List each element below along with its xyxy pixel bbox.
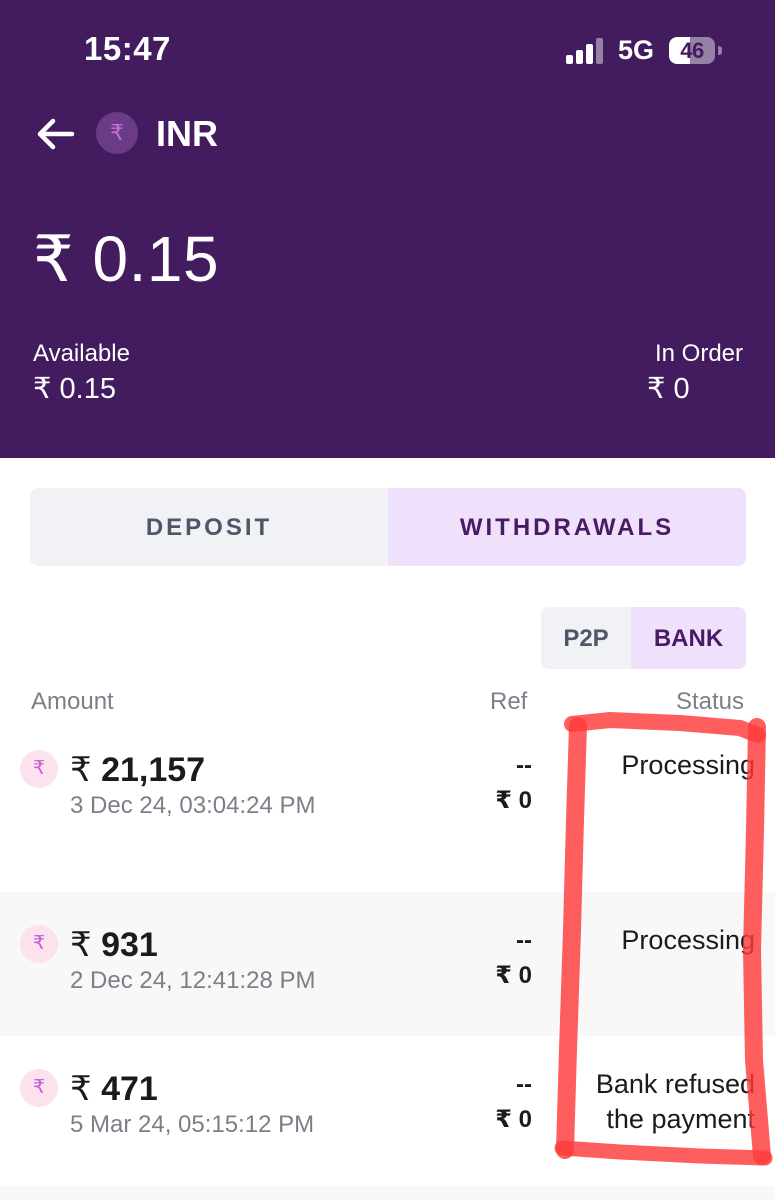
row-amount-symbol: ₹ bbox=[70, 751, 92, 789]
in-order-value: ₹ 0 bbox=[647, 373, 690, 405]
history-tabs: DEPOSIT WITHDRAWALS bbox=[30, 488, 746, 566]
row-amount-symbol: ₹ bbox=[70, 926, 92, 964]
tab-withdrawals[interactable]: WITHDRAWALS bbox=[388, 488, 746, 566]
row-ref-amount: ₹ 0 bbox=[495, 787, 532, 814]
row-status: Processing bbox=[621, 750, 755, 780]
battery-tip bbox=[718, 46, 722, 55]
rupee-coin-icon: ₹ bbox=[96, 112, 138, 154]
row-ref-amount: ₹ 0 bbox=[495, 962, 532, 989]
column-header-amount: Amount bbox=[31, 688, 114, 715]
row-ref: -- bbox=[516, 927, 532, 954]
row-amount: ₹ 471 bbox=[70, 1069, 158, 1109]
table-row[interactable]: ₹ ₹ 471 5 Mar 24, 05:15:12 PM -- ₹ 0 Ban… bbox=[0, 1036, 775, 1186]
column-header-ref: Ref bbox=[490, 688, 528, 715]
row-amount: ₹ 21,157 bbox=[70, 750, 205, 790]
table-row[interactable]: ₹ ₹ 931 2 Dec 24, 12:41:28 PM -- ₹ 0 Pro… bbox=[0, 892, 775, 1036]
wallet-header: 15:47 5G 46 ₹ INR ₹ 0.15 Available ₹ 0.1… bbox=[0, 0, 775, 458]
row-amount-value: 21,157 bbox=[101, 751, 206, 789]
p2p-toggle[interactable]: P2P bbox=[541, 607, 631, 669]
network-type: 5G bbox=[618, 35, 655, 65]
row-amount-symbol: ₹ bbox=[70, 1070, 92, 1108]
total-balance: ₹ 0.15 bbox=[33, 223, 220, 295]
rupee-coin-icon: ₹ bbox=[20, 1069, 58, 1107]
available-label: Available bbox=[33, 340, 130, 367]
available-value: ₹ 0.15 bbox=[33, 373, 116, 405]
row-amount-value: 471 bbox=[101, 1070, 158, 1108]
row-status: Processing bbox=[621, 925, 755, 955]
table-row[interactable]: ₹ ₹ 21,157 3 Dec 24, 03:04:24 PM -- ₹ 0 … bbox=[0, 722, 775, 890]
back-button[interactable] bbox=[34, 112, 78, 156]
method-toggle: P2P BANK bbox=[541, 607, 746, 669]
row-status: Bank refused the payment bbox=[595, 1069, 755, 1134]
rupee-coin-icon: ₹ bbox=[20, 750, 58, 788]
row-ref-amount: ₹ 0 bbox=[495, 1106, 532, 1133]
next-row-edge bbox=[0, 1186, 775, 1200]
bank-toggle[interactable]: BANK bbox=[631, 607, 746, 669]
row-amount: ₹ 931 bbox=[70, 925, 158, 965]
row-ref: -- bbox=[516, 1071, 532, 1098]
row-date: 2 Dec 24, 12:41:28 PM bbox=[70, 967, 316, 994]
row-ref: -- bbox=[516, 752, 532, 779]
tab-deposit[interactable]: DEPOSIT bbox=[30, 488, 388, 566]
arrow-left-icon bbox=[37, 118, 75, 150]
row-date: 5 Mar 24, 05:15:12 PM bbox=[70, 1111, 315, 1138]
battery-level: 46 bbox=[680, 38, 704, 63]
currency-title: INR bbox=[156, 113, 218, 154]
battery-icon: 46 bbox=[669, 37, 715, 64]
status-time: 15:47 bbox=[84, 30, 171, 67]
in-order-label: In Order bbox=[654, 340, 743, 367]
rupee-coin-icon: ₹ bbox=[20, 925, 58, 963]
row-amount-value: 931 bbox=[101, 926, 158, 964]
row-date: 3 Dec 24, 03:04:24 PM bbox=[70, 792, 316, 819]
column-header-status: Status bbox=[675, 688, 744, 715]
signal-bars-icon bbox=[566, 38, 606, 64]
